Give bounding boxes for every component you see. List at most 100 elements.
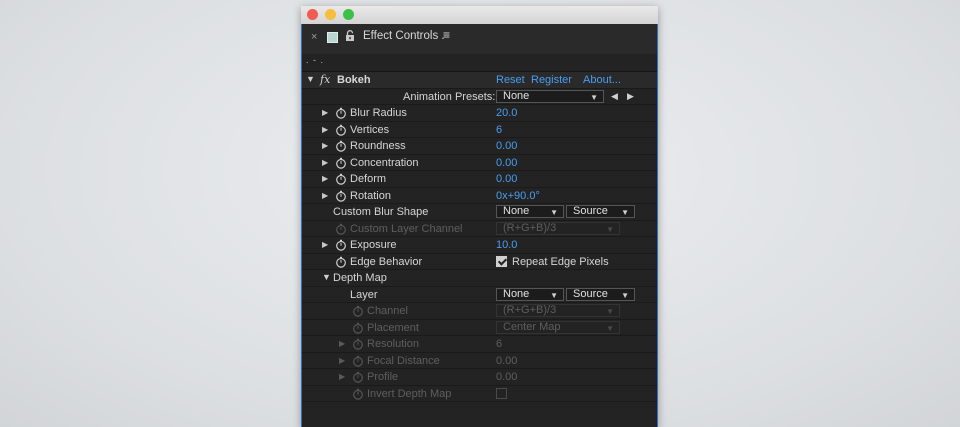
lock-icon[interactable] [345, 30, 355, 42]
fx-toggle-icon[interactable]: fx [320, 73, 330, 86]
exposure-label: Exposure [350, 239, 397, 251]
depth-map-source-value: Source [573, 287, 608, 300]
depth-map-source-dropdown[interactable]: Source ▼ [566, 287, 635, 301]
custom-blur-shape-source-dropdown[interactable]: Source ▼ [566, 205, 635, 218]
chevron-down-icon: ▼ [550, 208, 558, 217]
deform-label: Deform [350, 173, 387, 185]
repeat-edge-pixels-checkbox[interactable] [496, 255, 507, 267]
repeat-edge-pixels-label[interactable]: Repeat Edge Pixels [512, 256, 609, 268]
expand-triangle-icon: ▶ [339, 355, 346, 365]
roundness-label: Roundness [350, 140, 406, 152]
stopwatch-icon[interactable] [335, 140, 347, 152]
blur-radius-label: Blur Radius [350, 107, 407, 119]
custom-blur-shape-layer-dropdown[interactable]: None ▼ [496, 205, 564, 218]
stopwatch-icon[interactable] [335, 124, 347, 136]
reset-button[interactable]: Reset [496, 74, 525, 86]
animation-presets-value: None [503, 89, 530, 102]
animation-presets-label: Animation Presets: [403, 90, 496, 103]
custom-layer-channel-label: Custom Layer Channel [350, 222, 463, 235]
custom-blur-shape-layer-value: None [503, 205, 530, 217]
depth-map-layer-dropdown[interactable]: None ▼ [496, 287, 564, 301]
layer-selector[interactable]: . - . [302, 54, 657, 72]
layer-color-swatch-icon [327, 32, 338, 43]
placement-label: Placement [367, 321, 419, 334]
panel-header: × Effect Controls . ≡ [302, 24, 657, 54]
zoom-window-button[interactable] [343, 9, 354, 20]
depth-map-group-row: ▼ Depth Map [302, 270, 657, 287]
chevron-down-icon: ▼ [590, 92, 598, 102]
expand-triangle-icon[interactable]: ▶ [322, 108, 328, 117]
effect-header-row: ▼ fx Bokeh Reset Register About... [302, 72, 657, 89]
effect-property-list: ▼ fx Bokeh Reset Register About... Anima… [302, 72, 657, 402]
property-row-edge-behavior: Edge Behavior Repeat Edge Pixels [302, 254, 657, 270]
rotation-value[interactable]: 0x+90.0° [496, 190, 540, 202]
deform-value[interactable]: 0.00 [496, 173, 517, 185]
chevron-down-icon: ▼ [550, 290, 558, 300]
placement-value: Center Map [503, 320, 561, 333]
vertices-value[interactable]: 6 [496, 124, 502, 136]
panel-menu-icon[interactable]: ≡ [443, 28, 450, 42]
property-row-resolution: ▶ Resolution 6 [302, 336, 657, 353]
next-preset-icon[interactable]: ▶ [627, 91, 634, 102]
rotation-label: Rotation [350, 189, 391, 202]
animation-presets-row: Animation Presets: None ▼ ◀ ▶ [302, 89, 657, 105]
expand-triangle-icon[interactable]: ▶ [322, 174, 328, 183]
panel-tab-title[interactable]: Effect Controls . [363, 30, 445, 42]
exposure-value[interactable]: 10.0 [496, 239, 517, 251]
panel-title-text: Effect Controls [363, 30, 439, 42]
expand-triangle-icon: ▶ [339, 339, 346, 348]
chevron-down-icon: ▼ [606, 323, 614, 333]
stopwatch-icon[interactable] [335, 157, 347, 169]
property-row-depth-map-layer: Layer None ▼ Source ▼ [302, 287, 657, 303]
custom-layer-channel-value: (R+G+B)/3 [503, 221, 557, 234]
property-row-focal-distance: ▶ Focal Distance 0.00 [302, 353, 657, 369]
concentration-value[interactable]: 0.00 [496, 157, 517, 169]
collapse-triangle-icon[interactable]: ▼ [322, 272, 331, 282]
expand-triangle-icon[interactable]: ▶ [322, 125, 328, 134]
stopwatch-icon [336, 223, 346, 235]
stopwatch-icon[interactable] [335, 190, 347, 202]
about-button[interactable]: About... [583, 74, 621, 86]
stopwatch-icon[interactable] [335, 256, 347, 268]
invert-depth-map-checkbox [496, 387, 507, 399]
property-row-blur-radius: ▶ Blur Radius 20.0 [302, 105, 657, 122]
depth-map-label: Depth Map [333, 272, 387, 284]
register-button[interactable]: Register [531, 74, 572, 86]
window-titlebar[interactable] [301, 6, 658, 24]
stopwatch-icon [353, 322, 363, 334]
custom-blur-shape-source-value: Source [573, 205, 608, 217]
resolution-label: Resolution [367, 338, 419, 350]
custom-layer-channel-dropdown: (R+G+B)/3 ▼ [496, 221, 620, 235]
layer-path-label: . - . [306, 55, 324, 65]
stopwatch-icon[interactable] [335, 173, 347, 185]
expand-triangle-icon[interactable]: ▶ [322, 141, 328, 150]
vertices-label: Vertices [350, 123, 390, 136]
property-row-exposure: ▶ Exposure 10.0 [302, 237, 657, 254]
property-row-profile: ▶ Profile 0.00 [302, 369, 657, 386]
expand-triangle-icon[interactable]: ▶ [322, 240, 328, 249]
roundness-value[interactable]: 0.00 [496, 140, 517, 152]
property-row-roundness: ▶ Roundness 0.00 [302, 138, 657, 155]
property-row-depth-channel: Channel (R+G+B)/3 ▼ [302, 303, 657, 320]
effect-controls-panel: × Effect Controls . ≡ . - . ▼ fx Bokeh R… [301, 24, 658, 427]
expand-triangle-icon: ▶ [339, 372, 346, 381]
previous-preset-icon[interactable]: ◀ [611, 91, 618, 102]
animation-presets-dropdown[interactable]: None ▼ [496, 89, 604, 103]
collapse-triangle-icon[interactable]: ▼ [306, 74, 315, 84]
custom-blur-shape-label: Custom Blur Shape [333, 206, 429, 218]
chevron-down-icon: ▼ [606, 307, 614, 316]
depth-channel-value: (R+G+B)/3 [503, 304, 557, 316]
effect-name: Bokeh [337, 74, 371, 86]
close-window-button[interactable] [307, 9, 318, 20]
stopwatch-icon[interactable] [335, 239, 347, 251]
stopwatch-icon [353, 388, 363, 400]
expand-triangle-icon[interactable]: ▶ [322, 158, 328, 167]
stopwatch-icon [353, 338, 363, 350]
stopwatch-icon [353, 371, 363, 383]
panel-close-icon[interactable]: × [311, 31, 317, 43]
minimize-window-button[interactable] [325, 9, 336, 20]
chevron-down-icon: ▼ [621, 208, 629, 217]
blur-radius-value[interactable]: 20.0 [496, 107, 517, 119]
stopwatch-icon[interactable] [335, 107, 347, 119]
expand-triangle-icon[interactable]: ▶ [322, 191, 328, 200]
